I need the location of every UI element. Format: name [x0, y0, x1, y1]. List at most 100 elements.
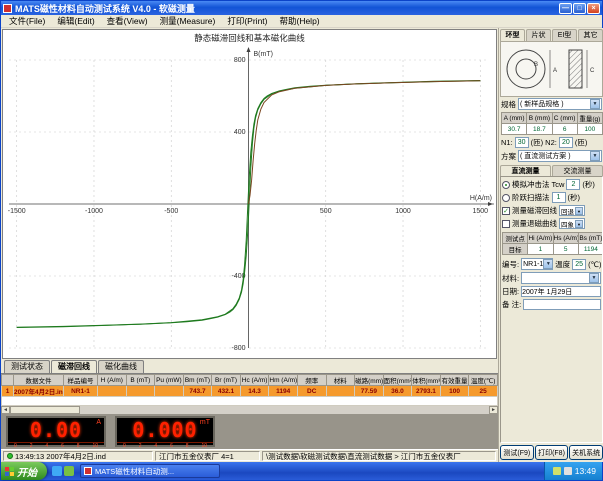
hi-target-value[interactable]: 1 — [528, 244, 553, 255]
col-br[interactable]: Br (mT) — [212, 375, 241, 386]
chevron-down-icon[interactable]: ▼ — [589, 273, 599, 283]
svg-text:800: 800 — [234, 57, 246, 64]
tab-sheet[interactable]: 片状 — [526, 29, 551, 41]
chevron-down-icon[interactable]: ▼ — [590, 151, 600, 161]
demag-checkbox[interactable] — [502, 220, 510, 228]
col-datafile[interactable]: 数据文件 — [14, 375, 64, 386]
col-hc[interactable]: Hc (A/m) — [240, 375, 269, 386]
dim-label-c: C — [590, 68, 595, 74]
menu-view[interactable]: 查看(View) — [101, 15, 154, 27]
col-sample-no[interactable]: 样品编号 — [64, 375, 98, 386]
tcw-input[interactable] — [566, 179, 580, 190]
demag-mode-combo[interactable]: 四象▼ — [559, 218, 585, 229]
col-volume[interactable]: 体积(mm³) — [412, 375, 441, 386]
window-title: MATS磁性材料自动测试系统 V4.0 - 软磁测量 — [15, 2, 195, 15]
n2-label: N2: — [545, 138, 557, 147]
scroll-right-icon[interactable]: ► — [489, 406, 498, 414]
taskbar: 开始 MATS磁性材料自动测... 13:49 — [1, 462, 602, 480]
svg-text:400: 400 — [234, 129, 246, 136]
current-unit-label: A — [96, 419, 101, 426]
titlebar[interactable]: MATS磁性材料自动测试系统 V4.0 - 软磁测量 — □ × — [1, 1, 602, 15]
result-tabs: 测试状态 磁滞回线 磁化曲线 — [1, 360, 498, 373]
statusbar: 13:49:13 2007年4月2日.ind 江门市五金仪表厂 4=1 \测试数… — [1, 449, 498, 462]
start-button[interactable]: 开始 — [1, 462, 47, 480]
col-pu[interactable]: Pu (mW) — [155, 375, 184, 386]
note-input[interactable] — [523, 299, 601, 310]
col-temp[interactable]: 温度(℃) — [469, 375, 498, 386]
svg-text:-1000: -1000 — [85, 208, 103, 215]
col-material[interactable]: 材料 — [326, 375, 355, 386]
table-row-empty[interactable] — [2, 397, 498, 406]
chevron-down-icon[interactable]: ▼ — [575, 220, 583, 228]
material-combo[interactable]: ▼ — [521, 272, 601, 284]
col-path-len[interactable]: 磁路(mm) — [355, 375, 384, 386]
tray-volume-icon[interactable] — [564, 467, 572, 475]
menu-edit[interactable]: 编辑(Edit) — [51, 15, 100, 27]
n2-input[interactable] — [559, 137, 573, 148]
shutdown-button[interactable]: 关机系统 — [569, 445, 603, 460]
dim-w-value[interactable]: 100 — [577, 124, 602, 135]
flux-meter: mT 0.000 0246810 — [115, 416, 215, 447]
tab-test-status[interactable]: 测试状态 — [4, 360, 50, 373]
tab-toroid[interactable]: 环型 — [500, 29, 525, 41]
n1-input[interactable] — [515, 137, 529, 148]
tab-magnetization-curve[interactable]: 磁化曲线 — [98, 360, 144, 373]
bs-target-value[interactable]: 1194 — [578, 244, 603, 255]
step-scan-method-radio[interactable] — [502, 194, 510, 202]
shape-tabs: 环型 片状 EI型 其它 — [499, 28, 603, 41]
col-h[interactable]: H (A/m) — [98, 375, 127, 386]
menu-help[interactable]: 帮助(Help) — [273, 15, 325, 27]
clock[interactable]: 13:49 — [575, 466, 596, 476]
status-file: 13:49:13 2007年4月2日.ind — [3, 451, 153, 461]
loop-checkbox[interactable]: ✓ — [502, 207, 510, 215]
dim-c-value[interactable]: 6 — [552, 124, 577, 135]
tab-dc-measure[interactable]: 直流测量 — [500, 165, 551, 176]
temperature-input[interactable] — [572, 259, 586, 270]
date-input[interactable] — [521, 286, 601, 297]
tab-other[interactable]: 其它 — [578, 29, 603, 41]
taskbar-app-button[interactable]: MATS磁性材料自动测... — [80, 464, 220, 478]
scan-time-input[interactable] — [552, 192, 566, 203]
ready-indicator-icon — [7, 453, 13, 459]
tab-ei[interactable]: EI型 — [552, 29, 577, 41]
plan-combo[interactable]: ( 直流测试方案 )▼ — [518, 150, 602, 162]
col-area[interactable]: 面积(mm²) — [383, 375, 412, 386]
chevron-down-icon[interactable]: ▼ — [590, 99, 600, 109]
menu-measure[interactable]: 测量(Measure) — [154, 15, 222, 27]
results-header-row: 数据文件 样品编号 H (A/m) B (mT) Pu (mW) Bm (mT)… — [2, 375, 498, 386]
menu-file[interactable]: 文件(File) — [3, 15, 51, 27]
tab-ac-measure[interactable]: 交流测量 — [552, 165, 603, 176]
close-button[interactable]: × — [587, 3, 600, 14]
current-meter-scale: 0246810 — [8, 442, 104, 450]
chevron-down-icon[interactable]: ▼ — [543, 259, 553, 269]
col-bm[interactable]: Bm (mT) — [183, 375, 212, 386]
scroll-left-icon[interactable]: ◄ — [1, 406, 10, 414]
browser-icon[interactable] — [52, 466, 62, 476]
scroll-thumb[interactable] — [10, 406, 80, 414]
loop-mode-combo[interactable]: 回退▼ — [559, 205, 585, 216]
minimize-button[interactable]: — — [559, 3, 572, 14]
col-hm[interactable]: Hm (A/m) — [269, 375, 298, 386]
spec-combo[interactable]: ( 新样品规格 )▼ — [518, 98, 602, 110]
test-button[interactable]: 测试(F9) — [500, 445, 534, 460]
dim-a-value[interactable]: 30.7 — [502, 124, 527, 135]
sample-no-combo[interactable]: NR1-1▼ — [521, 258, 553, 270]
toroid-inner-circle — [516, 59, 536, 79]
hs-target-value[interactable]: 5 — [553, 244, 578, 255]
impulse-method-radio[interactable] — [502, 181, 510, 189]
current-meter-value: 0.00 — [8, 418, 104, 442]
menu-print[interactable]: 打印(Print) — [221, 15, 273, 27]
col-weight[interactable]: 有效重量 — [440, 375, 469, 386]
col-b[interactable]: B (mT) — [126, 375, 155, 386]
tab-hysteresis-loop[interactable]: 磁滞回线 — [51, 360, 97, 373]
print-button[interactable]: 打印(F8) — [535, 445, 569, 460]
tray-im-icon[interactable] — [553, 467, 561, 475]
dim-b-value[interactable]: 18.7 — [527, 124, 552, 135]
desktop-icon[interactable] — [64, 466, 74, 476]
maximize-button[interactable]: □ — [573, 3, 586, 14]
horizontal-scrollbar[interactable]: ◄ ► — [1, 406, 498, 414]
table-row[interactable]: 1 2007年4月2日.ind NR1-1 743.7 432.1 14.3 1… — [2, 386, 498, 397]
col-freq[interactable]: 频率 — [297, 375, 326, 386]
chevron-down-icon[interactable]: ▼ — [575, 207, 583, 215]
col-index[interactable] — [2, 375, 14, 386]
